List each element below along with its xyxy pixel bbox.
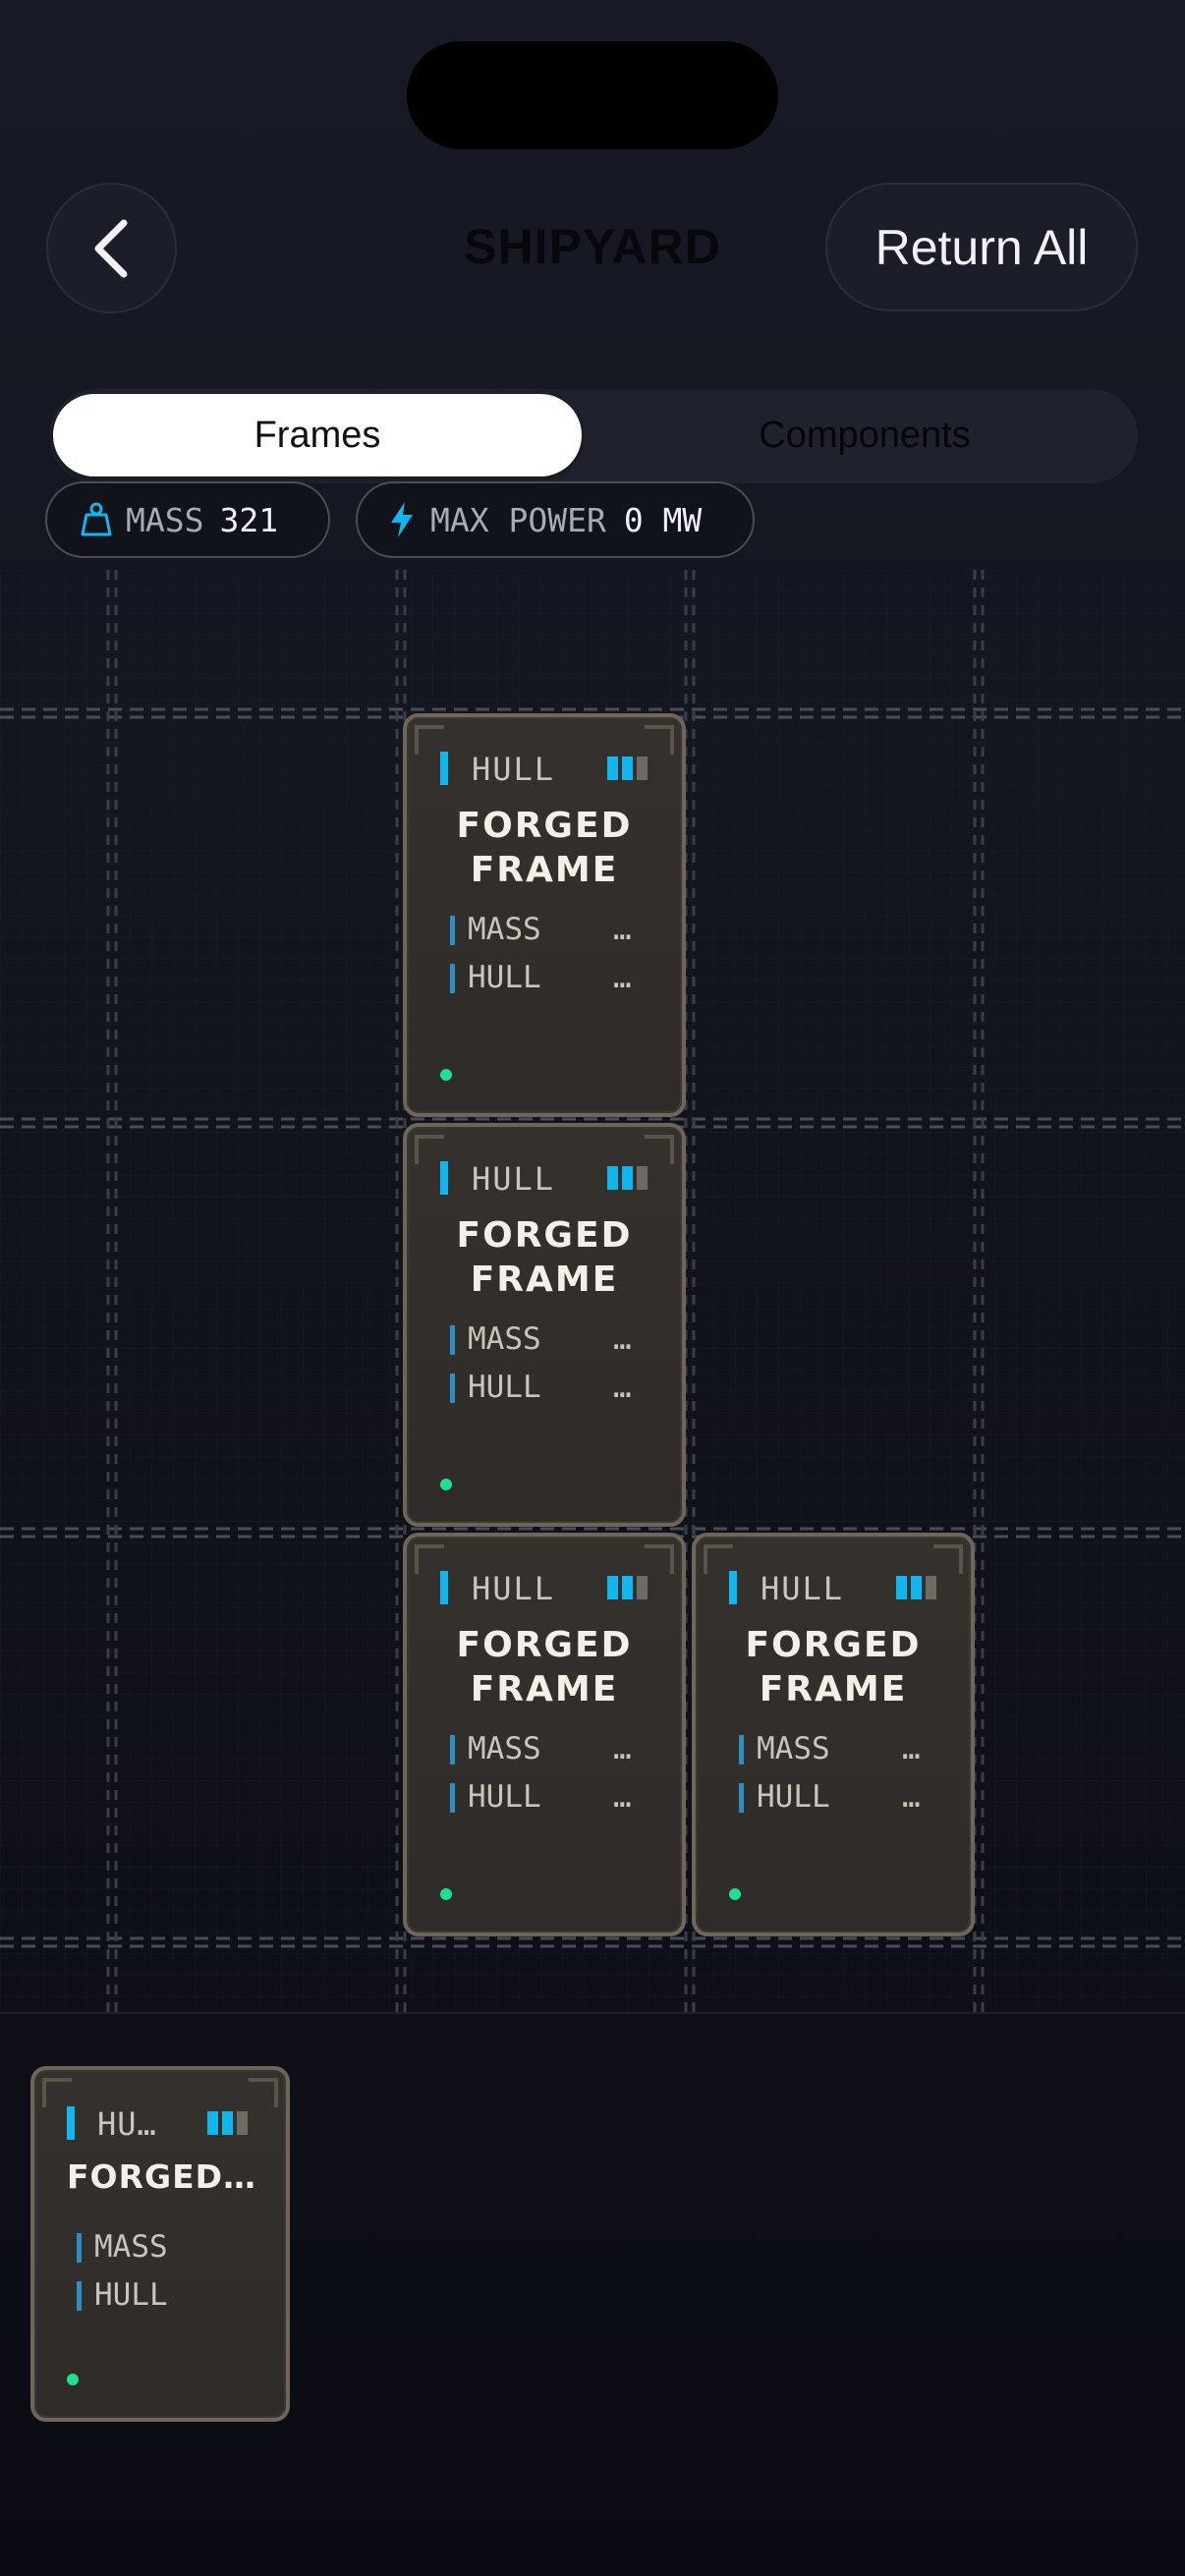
camera-island [407, 41, 778, 149]
card-level-bars [607, 1166, 648, 1190]
tab-frames[interactable]: Frames [53, 394, 582, 476]
frame-card[interactable]: HULL FORGED FRAME MASS … HULL … [403, 713, 686, 1117]
card-stat-mass: MASS … [450, 1321, 647, 1357]
status-dot [440, 1888, 452, 1900]
card-name-line2: FRAME [470, 1260, 619, 1300]
power-label: MAX POWER [430, 500, 606, 539]
card-name-line1: FORGED [745, 1625, 922, 1665]
tray-frame-card[interactable]: HU… FORGED… MASS HULL [30, 2066, 290, 2422]
tab-components[interactable]: Components [599, 394, 1130, 476]
card-level-bars [607, 756, 648, 780]
card-type: HULL [472, 751, 556, 788]
tab-bar: Frames Components [49, 389, 1138, 483]
card-name-line1: FORGED [456, 1215, 633, 1256]
weight-icon [81, 502, 112, 536]
card-name-line2: FRAME [470, 850, 619, 890]
lightning-icon [391, 502, 413, 537]
mass-chip: MASS 321 [45, 481, 330, 558]
card-name-line2: FRAME [759, 1669, 908, 1709]
card-level-bars [896, 1576, 936, 1599]
frame-card[interactable]: HULL FORGED FRAME MASS … HULL … [403, 1123, 686, 1527]
power-chip: MAX POWER 0 MW [356, 481, 755, 558]
card-type: HULL [472, 1160, 556, 1198]
card-name-line1: FORGED [456, 1625, 633, 1665]
card-corner [645, 725, 674, 755]
card-accent [67, 2106, 75, 2140]
card-stat-hull: HULL … [450, 1370, 647, 1405]
card-corner [704, 1544, 733, 1574]
card-stat-hull: HULL [77, 2277, 254, 2313]
card-type: HULL [761, 1570, 845, 1607]
card-corner [415, 725, 444, 755]
frame-card[interactable]: HULL FORGED FRAME MASS … HULL … [403, 1533, 686, 1936]
card-stat-mass: MASS … [739, 1731, 935, 1766]
card-corner [42, 2078, 72, 2107]
card-corner [933, 1544, 963, 1574]
card-accent [729, 1571, 737, 1604]
mass-label: MASS [126, 500, 204, 539]
status-dot [67, 2374, 79, 2385]
card-type: HU… [97, 2105, 157, 2143]
card-stat-hull: HULL … [739, 1779, 935, 1815]
frame-card[interactable]: HULL FORGED FRAME MASS … HULL … [692, 1533, 975, 1936]
return-all-button[interactable]: Return All [825, 183, 1138, 311]
card-corner [645, 1135, 674, 1164]
card-corner [415, 1544, 444, 1574]
card-name-line2: FRAME [470, 1669, 619, 1709]
card-name-line1: FORGED [456, 806, 633, 846]
card-type: HULL [472, 1570, 556, 1607]
tray-divider [0, 2012, 1185, 2014]
card-name: FORGED… [67, 2157, 257, 2196]
power-value: 0 MW [623, 500, 703, 539]
card-level-bars [207, 2111, 248, 2135]
card-stat-mass: MASS [77, 2229, 254, 2265]
card-corner [249, 2078, 278, 2107]
card-corner [415, 1135, 444, 1164]
card-corner [645, 1544, 674, 1574]
card-accent [440, 1571, 448, 1604]
status-dot [729, 1888, 741, 1900]
card-accent [440, 752, 448, 785]
status-dot [440, 1479, 452, 1490]
card-stat-hull: HULL … [450, 1779, 647, 1815]
card-accent [440, 1161, 448, 1195]
card-level-bars [607, 1576, 648, 1599]
status-dot [440, 1069, 452, 1081]
card-stat-mass: MASS … [450, 1731, 647, 1766]
mass-value: 321 [219, 500, 279, 539]
card-stat-hull: HULL … [450, 960, 647, 995]
card-stat-mass: MASS … [450, 912, 647, 947]
